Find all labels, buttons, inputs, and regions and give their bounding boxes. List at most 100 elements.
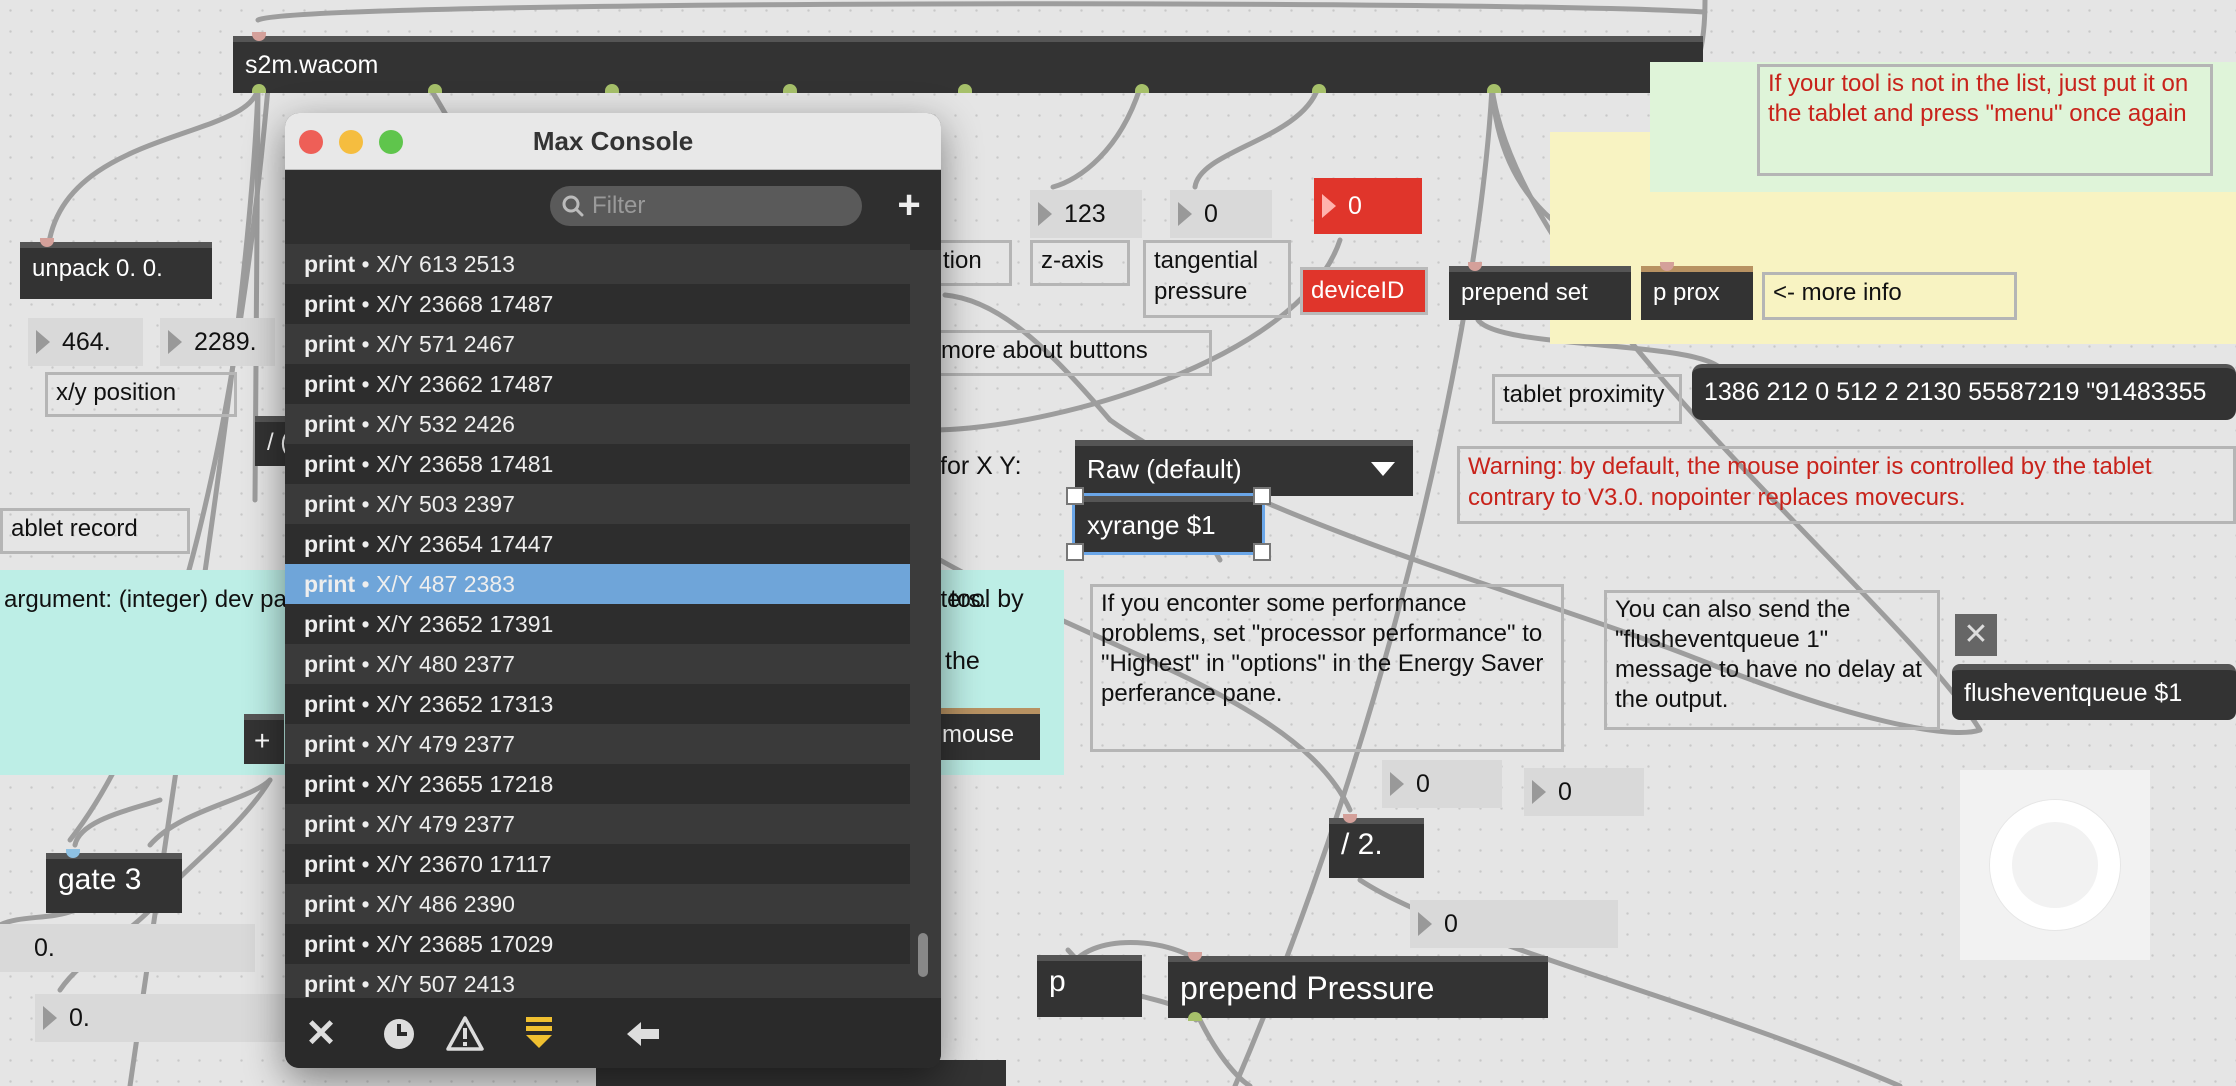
z-axis-number-box[interactable]: 123 <box>1030 190 1142 238</box>
tangential-number-box[interactable]: 0 <box>1170 190 1272 238</box>
back-arrow-icon[interactable] <box>621 1012 665 1056</box>
device-id-comment: deviceID <box>1300 267 1428 315</box>
console-row[interactable]: print • X/Y 532 2426 <box>285 404 910 444</box>
console-message-list[interactable]: print • X/Y 613 2513 print • X/Y 23668 17… <box>285 244 910 1068</box>
divide-two-object[interactable]: / 2. <box>1329 818 1424 878</box>
xyrange-message[interactable]: xyrange $1 <box>1072 493 1265 555</box>
p-object[interactable]: p <box>1037 955 1142 1017</box>
outlet[interactable] <box>428 84 442 93</box>
resize-handle[interactable] <box>1253 487 1271 505</box>
proximity-message-box[interactable]: 1386 212 0 512 2 2130 55587219 "91483355 <box>1692 364 2236 420</box>
outlet[interactable] <box>605 84 619 93</box>
gate-number-box-2[interactable]: 0. <box>35 994 290 1042</box>
console-row-message: X/Y 23668 17487 <box>375 291 554 317</box>
console-row[interactable]: print • X/Y 23670 17117 <box>285 844 910 884</box>
console-row-separator: • <box>355 331 376 357</box>
prepend-pressure-object[interactable]: prepend Pressure <box>1168 956 1548 1018</box>
console-row[interactable]: print • X/Y 479 2377 <box>285 804 910 844</box>
console-row-separator: • <box>355 531 376 557</box>
console-row-message: X/Y 487 2383 <box>375 571 515 597</box>
console-row-message: X/Y 23658 17481 <box>375 451 554 477</box>
warning-icon[interactable] <box>443 1012 487 1056</box>
xy-mode-menu[interactable]: Raw (default) <box>1075 440 1413 496</box>
close-icon[interactable]: ✕ <box>299 1012 343 1056</box>
outlet[interactable] <box>1188 1012 1202 1021</box>
console-row[interactable]: print • X/Y 486 2390 <box>285 884 910 924</box>
cord <box>1197 1017 1253 1086</box>
flusheventqueue-message[interactable]: flusheventqueue $1 <box>1952 664 2236 720</box>
zoom-window-icon[interactable] <box>379 130 403 154</box>
resize-handle[interactable] <box>1253 543 1271 561</box>
gate-number-box-1[interactable]: 0. <box>0 924 255 972</box>
device-id-number-box[interactable]: 0 <box>1314 178 1422 234</box>
clock-icon[interactable] <box>377 1012 421 1056</box>
mouse-message[interactable]: mouse <box>930 708 1040 760</box>
outlet[interactable] <box>958 84 972 93</box>
tangential-pressure-comment: tangential pressure <box>1143 240 1291 318</box>
console-row[interactable]: print • X/Y 23655 17218 <box>285 764 910 804</box>
console-row-source: print <box>304 691 356 717</box>
console-row[interactable]: print • X/Y 23662 17487 <box>285 364 910 404</box>
console-row-message: X/Y 23662 17487 <box>375 371 554 397</box>
cord <box>255 1 1708 23</box>
outlet[interactable] <box>1135 84 1149 93</box>
console-row[interactable]: print • X/Y 23685 17029 <box>285 924 910 964</box>
console-row-source: print <box>304 491 356 517</box>
filter-input[interactable]: Filter <box>550 186 862 226</box>
y-number-box[interactable]: 2289. <box>160 318 275 366</box>
max-console-window[interactable]: Max Console Filter + print • X/Y 613 251… <box>285 113 941 1068</box>
console-row[interactable]: print • X/Y 571 2467 <box>285 324 910 364</box>
console-row-message: X/Y 503 2397 <box>375 491 515 517</box>
console-row-source: print <box>304 891 356 917</box>
resize-handle[interactable] <box>1066 487 1084 505</box>
console-row-message: X/Y 23655 17218 <box>375 771 554 797</box>
console-row-separator: • <box>355 731 376 757</box>
autoscroll-icon[interactable] <box>517 1012 561 1056</box>
console-row-source: print <box>304 971 356 997</box>
prepend-set-object[interactable]: prepend set <box>1449 266 1631 320</box>
console-row[interactable]: print • X/Y 23668 17487 <box>285 284 910 324</box>
console-row-separator: • <box>355 251 376 277</box>
resize-handle[interactable] <box>1066 543 1084 561</box>
outlet[interactable] <box>252 84 266 93</box>
minimize-window-icon[interactable] <box>339 130 363 154</box>
outlet[interactable] <box>1487 84 1501 93</box>
console-row[interactable]: print • X/Y 23652 17391 <box>285 604 910 644</box>
target-icon <box>1990 800 2120 930</box>
console-title: Max Console <box>532 126 694 156</box>
console-row-source: print <box>304 571 356 597</box>
outlet[interactable] <box>1312 84 1326 93</box>
outlet[interactable] <box>783 84 797 93</box>
div-number-box-2[interactable]: 0 <box>1524 768 1644 816</box>
add-button[interactable]: + <box>889 182 929 228</box>
console-row-separator: • <box>355 291 376 317</box>
close-window-icon[interactable] <box>299 130 323 154</box>
console-row[interactable]: print • X/Y 480 2377 <box>285 644 910 684</box>
gate-object[interactable]: gate 3 <box>46 853 182 913</box>
console-row[interactable]: print • X/Y 23658 17481 <box>285 444 910 484</box>
console-row[interactable]: print • X/Y 613 2513 <box>285 244 910 284</box>
x-number-box[interactable]: 464. <box>28 318 143 366</box>
toggle-button[interactable]: ✕ <box>1955 614 1997 656</box>
for-xy-label: for X Y: <box>940 452 1022 480</box>
unpack-object[interactable]: unpack 0. 0. <box>20 242 212 299</box>
console-row-separator: • <box>355 411 376 437</box>
console-row-separator: • <box>355 811 376 837</box>
div-number-box-1[interactable]: 0 <box>1382 760 1502 808</box>
console-row-message: X/Y 23685 17029 <box>375 931 554 957</box>
console-title-bar[interactable]: Max Console <box>285 113 941 170</box>
search-icon <box>562 195 584 217</box>
console-row[interactable]: print • X/Y 479 2377 <box>285 724 910 764</box>
console-row-message: X/Y 480 2377 <box>375 651 515 677</box>
console-row-source: print <box>304 851 356 877</box>
console-row[interactable]: print • X/Y 487 2383 <box>285 564 910 604</box>
console-row[interactable]: print • X/Y 23654 17447 <box>285 524 910 564</box>
console-row[interactable]: print • X/Y 503 2397 <box>285 484 910 524</box>
console-row-separator: • <box>355 771 376 797</box>
div-number-box-3[interactable]: 0 <box>1410 900 1618 948</box>
plus-button[interactable]: + <box>244 714 284 764</box>
p-prox-object[interactable]: p prox <box>1641 266 1753 320</box>
console-scrollbar[interactable] <box>918 933 928 977</box>
console-row[interactable]: print • X/Y 23652 17313 <box>285 684 910 724</box>
console-row-message: X/Y 23652 17313 <box>375 691 554 717</box>
